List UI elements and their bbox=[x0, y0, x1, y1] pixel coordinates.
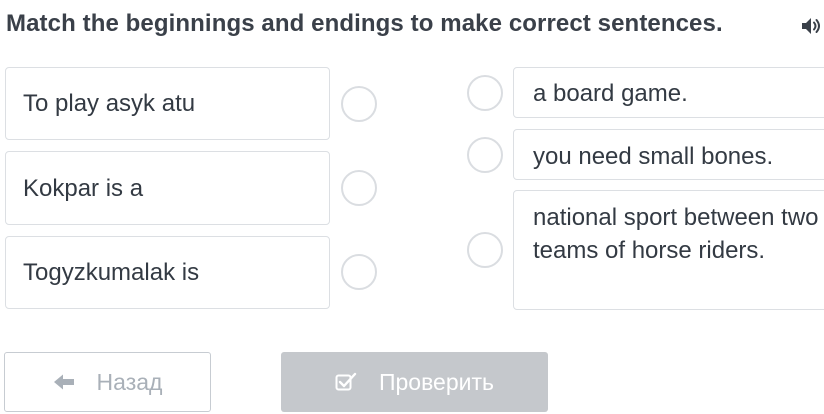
arrow-left-icon bbox=[53, 373, 75, 391]
audio-button[interactable] bbox=[800, 14, 824, 38]
beginning-text: Togyzkumalak is bbox=[23, 259, 200, 286]
beginning-card-1[interactable]: To play asyk atu bbox=[5, 67, 330, 140]
ending-radio-2[interactable] bbox=[467, 137, 503, 173]
beginning-card-3[interactable]: Togyzkumalak is bbox=[5, 236, 330, 309]
back-button-label: Назад bbox=[96, 368, 163, 395]
ending-card-1[interactable]: a board game. bbox=[513, 67, 824, 118]
back-button[interactable]: Назад bbox=[4, 352, 211, 412]
beginning-card-2[interactable]: Kokpar is a bbox=[5, 151, 330, 225]
ending-text: you need small bones. bbox=[533, 143, 774, 170]
task-title: Match the beginnings and endings to make… bbox=[6, 10, 723, 37]
speaker-icon bbox=[802, 18, 820, 34]
ending-card-2[interactable]: you need small bones. bbox=[513, 129, 824, 180]
beginning-radio-3[interactable] bbox=[341, 254, 377, 290]
beginning-text: Kokpar is a bbox=[23, 174, 144, 202]
beginning-text: To play asyk atu bbox=[23, 90, 196, 117]
checkbox-icon bbox=[335, 372, 357, 392]
beginning-radio-2[interactable] bbox=[341, 170, 377, 206]
ending-text: a board game. bbox=[533, 80, 688, 107]
ending-radio-3[interactable] bbox=[467, 232, 503, 268]
check-button-label: Проверить bbox=[378, 368, 495, 395]
ending-text: national sport between two teams of hors… bbox=[533, 204, 819, 264]
check-button[interactable]: Проверить bbox=[281, 352, 548, 412]
beginning-radio-1[interactable] bbox=[341, 86, 377, 122]
ending-radio-1[interactable] bbox=[467, 75, 503, 111]
ending-card-3[interactable]: national sport between two teams of hors… bbox=[513, 190, 824, 310]
